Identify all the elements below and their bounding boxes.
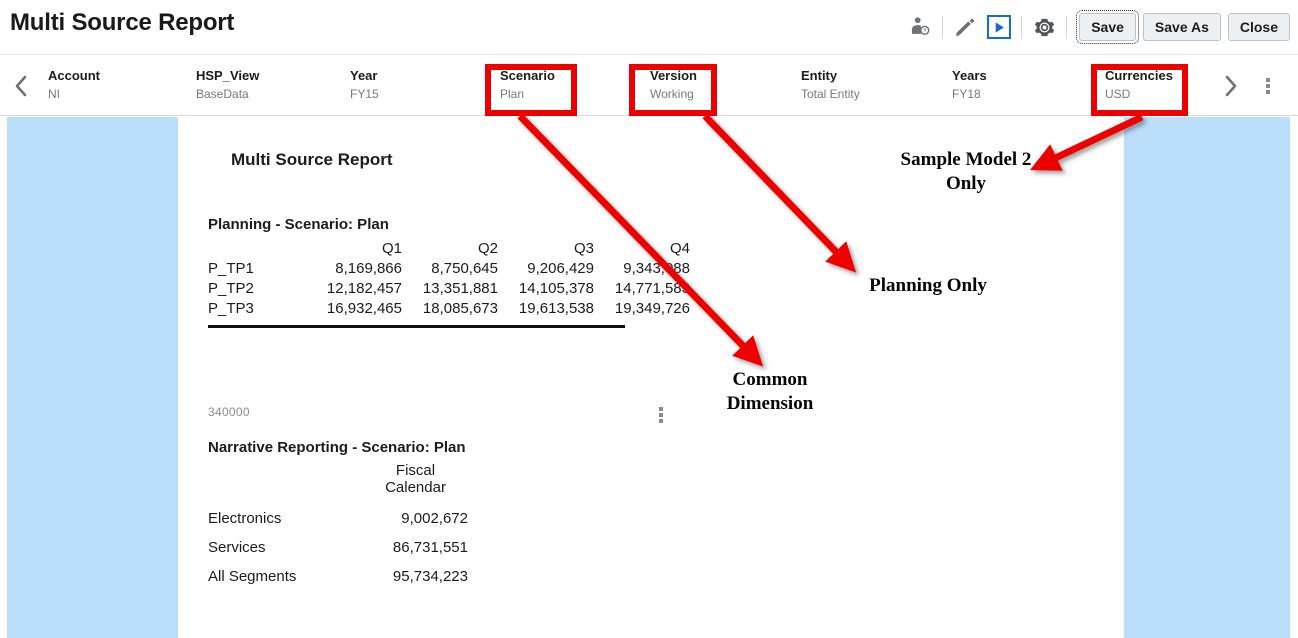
narrative-column-header: Fiscal Calendar [385,462,446,496]
planning-cell: 8,750,645 [431,260,498,277]
narrative-row-label: All Segments [208,568,297,585]
pov-item-value: USD [1105,87,1131,101]
vertical-dots-icon [659,407,663,423]
user-info-icon[interactable]: ? [903,10,937,44]
close-button[interactable]: Close [1227,13,1290,41]
pov-item-value: Working [650,87,694,101]
planning-cell: 14,771,583 [614,280,690,297]
annotation-sample-model-2: Sample Model 2 Only [900,149,1032,194]
narrative-row: All Segments 95,734,223 [208,562,468,591]
pov-item-value: Total Entity [801,87,860,101]
pov-item-label: Entity [801,68,838,83]
narrative-header-row: Fiscal Calendar [208,462,468,504]
grid-overflow-menu-icon[interactable] [652,404,670,426]
account-code-label: 340000 [208,405,250,419]
narrative-row: Services 86,731,551 [208,533,468,562]
narrative-cell: 9,002,672 [401,510,468,527]
right-blue-panel [1124,117,1290,638]
planning-cell: 14,105,378 [518,280,594,297]
planning-section-title: Planning - Scenario: Plan [208,216,389,233]
pov-item-label: Currencies [1105,68,1173,83]
toolbar-divider-3 [1066,16,1068,38]
pov-item-value: FY15 [350,87,379,101]
narrative-cell: 86,731,551 [392,539,468,556]
pov-next-arrow[interactable] [1216,71,1246,101]
planning-column-header: Q1 [381,240,402,257]
report-canvas: Multi Source Report Planning - Scenario:… [0,117,1298,638]
narrative-row: Electronics 9,002,672 [208,504,468,533]
planning-row-label: P_TP3 [208,300,254,317]
pov-item-year[interactable]: Year FY15 [350,68,379,102]
planning-cell: 13,351,881 [422,280,498,297]
header-toolbar: ? Save Save As Close [903,6,1290,48]
run-play-icon[interactable] [982,10,1016,44]
planning-cell: 9,206,429 [527,260,594,277]
pov-item-value: Plan [500,87,525,101]
save-as-button[interactable]: Save As [1142,13,1221,41]
pov-item-value: BaseData [196,87,249,101]
pov-item-scenario[interactable]: Scenario Plan [500,68,555,102]
section-divider-rule [208,325,625,328]
planning-row-label: P_TP2 [208,280,254,297]
planning-column-header: Q3 [573,240,594,257]
planning-grid: Q1 Q2 Q3 Q4 P_TP1 8,169,866 8,750,645 9,206,42… [208,239,690,319]
planning-header-row: Q1 Q2 Q3 Q4 [208,239,690,259]
page-title: Multi Source Report [10,9,235,36]
pov-prev-arrow[interactable] [6,71,36,101]
pov-overflow-menu-icon[interactable] [1256,71,1280,101]
pov-item-label: Scenario [500,68,555,83]
narrative-cell: 95,734,223 [392,568,468,585]
planning-row: P_TP3 16,932,465 18,085,673 19,613,538 19,34… [208,299,690,319]
pov-item-label: Years [952,68,987,83]
pov-item-label: Version [650,68,697,83]
vertical-dots-icon [1266,78,1270,94]
save-button[interactable]: Save [1076,10,1139,44]
planning-cell: 9,343,088 [623,260,690,277]
narrative-grid: Fiscal Calendar Electronics 9,002,672 Serv… [208,462,468,591]
pov-item-version[interactable]: Version Working [650,68,697,102]
edit-pencil-icon[interactable] [948,10,982,44]
narrative-corner-cell [208,462,363,504]
pov-item-entity[interactable]: Entity Total Entity [801,68,860,102]
pov-item-account[interactable]: Account NI [48,68,100,102]
annotation-common-dimension: Common Dimension [726,369,814,414]
narrative-row-label: Services [208,539,266,556]
toolbar-divider-2 [1021,16,1023,38]
planning-row: P_TP1 8,169,866 8,750,645 9,206,429 9,343,08… [208,259,690,279]
planning-cell: 19,613,538 [518,300,594,317]
pov-item-label: HSP_View [196,68,260,83]
planning-row-label: P_TP1 [208,260,254,277]
planning-corner-cell [208,239,306,259]
pov-item-label: Account [48,68,100,83]
narrative-section-title: Narrative Reporting - Scenario: Plan [208,439,466,456]
planning-column-header: Q2 [477,240,498,257]
left-blue-panel [7,117,178,638]
pov-bar: Account NI HSP_View BaseData Year FY15 Scenari… [0,54,1298,116]
pov-item-hsp-view[interactable]: HSP_View BaseData [196,68,259,102]
planning-cell: 8,169,866 [335,260,402,277]
pov-item-value: NI [48,87,60,101]
pov-item-value: FY18 [952,87,981,101]
planning-row: P_TP2 12,182,457 13,351,881 14,105,378 14,77… [208,279,690,299]
app-header: Multi Source Report ? Save Save As Close [0,0,1298,54]
pov-item-label: Year [350,68,378,83]
play-icon-box [987,15,1012,39]
planning-cell: 12,182,457 [326,280,402,297]
pov-item-years[interactable]: Years FY18 [952,68,987,102]
narrative-row-label: Electronics [208,510,282,527]
planning-cell: 16,932,465 [326,300,402,317]
planning-cell: 19,349,726 [614,300,690,317]
planning-cell: 18,085,673 [422,300,498,317]
pov-item-currencies[interactable]: Currencies USD [1105,68,1173,102]
report-title: Multi Source Report [231,150,393,169]
planning-column-header: Q4 [669,240,690,257]
toolbar-divider-1 [942,16,944,38]
settings-gear-icon[interactable] [1027,10,1061,44]
annotation-planning-only: Planning Only [869,275,987,296]
